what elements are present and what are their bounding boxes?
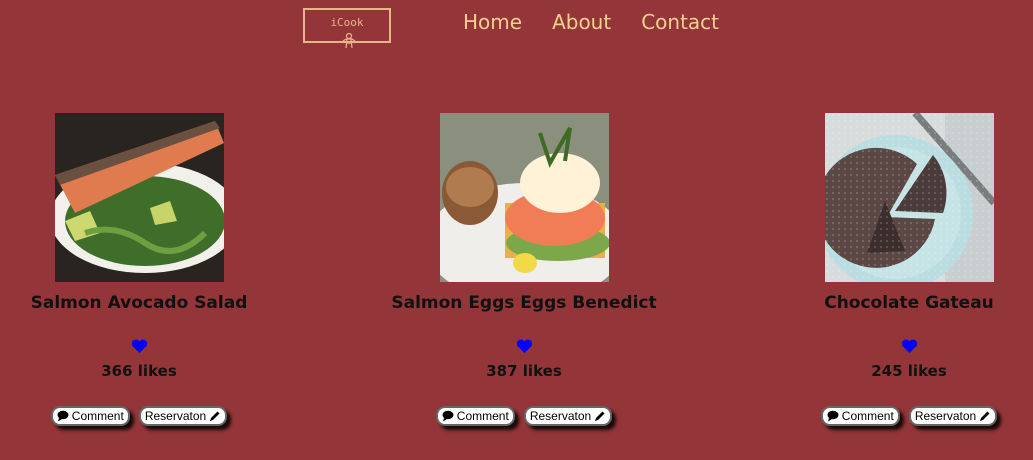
nav-about[interactable]: About	[552, 9, 611, 35]
reservation-button[interactable]: Reservaton	[908, 406, 998, 426]
likes-count: 366 likes	[101, 362, 177, 380]
comment-label: Comment	[456, 409, 509, 423]
likes-count: 245 likes	[871, 362, 947, 380]
pencil-icon	[980, 411, 990, 421]
speech-bubble-icon	[442, 410, 454, 422]
comment-label: Comment	[841, 409, 894, 423]
chocolate-gateau-image[interactable]	[824, 113, 994, 282]
nav-home[interactable]: Home	[463, 9, 522, 35]
card-actions: Comment Reservaton	[0, 406, 309, 426]
logo[interactable]: iCook	[303, 8, 391, 49]
recipe-title: Salmon Eggs Eggs Benedict	[391, 293, 657, 313]
speech-bubble-icon	[827, 410, 839, 422]
comment-button[interactable]: Comment	[50, 406, 130, 426]
recipe-card: Salmon Avocado Salad 366 likes Comment R…	[0, 113, 309, 426]
salmon-avocado-salad-image[interactable]	[54, 113, 224, 282]
pencil-icon	[210, 411, 220, 421]
reservation-button[interactable]: Reservaton	[523, 406, 613, 426]
recipe-title: Salmon Avocado Salad	[30, 293, 248, 313]
reservation-button[interactable]: Reservaton	[138, 406, 228, 426]
card-actions: Comment Reservaton	[354, 406, 694, 426]
logo-text: iCook	[330, 16, 364, 29]
card-actions: Comment Reservaton	[739, 406, 1033, 426]
reservation-label: Reservaton	[144, 409, 207, 423]
comment-label: Comment	[71, 409, 124, 423]
like-heart-icon[interactable]	[0, 339, 309, 357]
like-heart-icon[interactable]	[354, 339, 694, 357]
main-nav: Home About Contact	[463, 9, 749, 35]
comment-button[interactable]: Comment	[820, 406, 900, 426]
reservation-label: Reservaton	[529, 409, 592, 423]
salmon-eggs-benedict-image[interactable]	[439, 113, 609, 282]
recipe-title: Chocolate Gateau	[824, 293, 994, 313]
comment-button[interactable]: Comment	[435, 406, 515, 426]
pencil-icon	[595, 411, 605, 421]
recipe-card: Salmon Eggs Eggs Benedict 387 likes Comm…	[354, 113, 694, 426]
nav-contact[interactable]: Contact	[641, 9, 719, 35]
reservation-label: Reservaton	[914, 409, 977, 423]
likes-count: 387 likes	[486, 362, 562, 380]
recipe-card: Chocolate Gateau 245 likes Comment Reser…	[739, 113, 1033, 426]
like-heart-icon[interactable]	[739, 339, 1033, 357]
gingerbread-icon	[342, 33, 356, 49]
speech-bubble-icon	[57, 410, 69, 422]
